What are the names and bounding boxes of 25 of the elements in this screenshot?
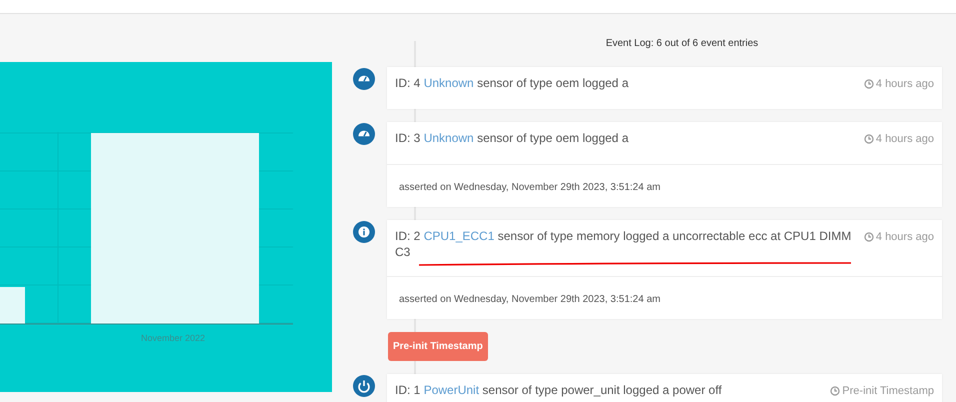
info-icon	[353, 221, 375, 243]
power-icon	[353, 375, 375, 397]
event-footer: asserted on Wednesday, November 29th 2023, 3:51:24 am	[399, 182, 660, 193]
event-footer: asserted on Wednesday, November 29th 2023, 3:51:24 am	[399, 294, 660, 305]
clock-icon	[864, 79, 874, 89]
event-time: 4 hours ago	[876, 76, 934, 92]
event-time: Pre-init Timestamp	[842, 384, 934, 399]
event-message: ID: 3 Unknown sensor of type oem logged a	[395, 130, 630, 147]
event-message: ID: 1 PowerUnit sensor of type power_unit logged a power off	[395, 382, 723, 399]
timestamp-label: Pre-init Timestamp	[388, 332, 488, 361]
event-message: ID: 4 Unknown sensor of type oem logged a	[395, 75, 630, 92]
clock-icon	[864, 232, 874, 242]
gauge-icon	[353, 68, 375, 90]
event-log-title: Event Log: 6 out of 6 event entries	[606, 38, 758, 49]
clock-icon	[864, 134, 874, 144]
sensor-link[interactable]: Unknown	[424, 76, 474, 90]
event-time: 4 hours ago	[876, 230, 934, 245]
gauge-icon	[353, 123, 375, 145]
event-time: 4 hours ago	[876, 132, 934, 147]
sensor-link[interactable]: CPU1_ECC1	[424, 229, 494, 243]
sensor-link[interactable]: Unknown	[424, 131, 474, 145]
clock-icon	[830, 386, 840, 396]
sensor-link[interactable]: PowerUnit	[424, 383, 480, 397]
axis-label: November 2022	[141, 332, 206, 345]
event-message: ID: 2 CPU1_ECC1 sensor of type memory logged a uncorrectable ecc at CPU1 DIMM C3	[395, 228, 852, 260]
